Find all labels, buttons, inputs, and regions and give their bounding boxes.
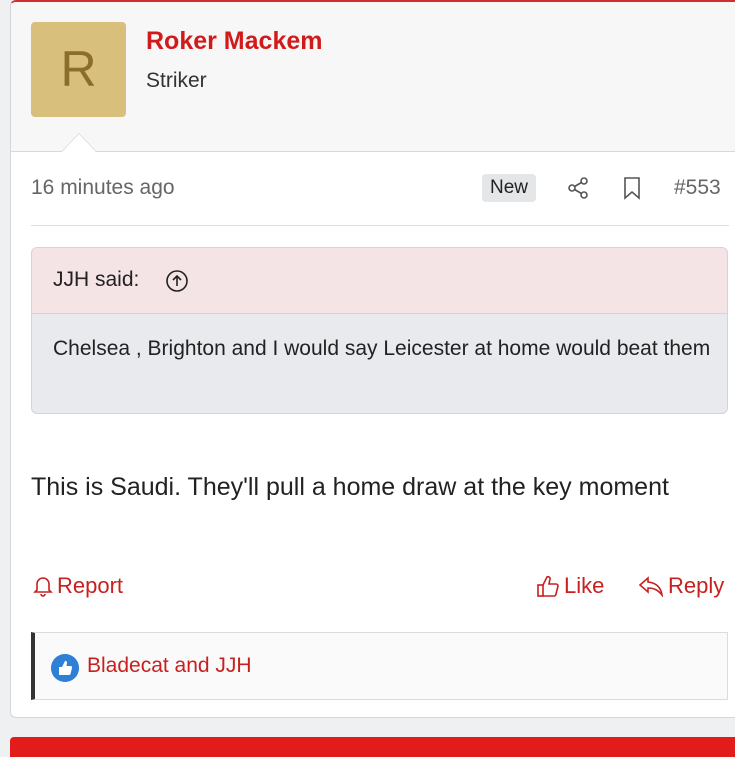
report-button[interactable]: Report (33, 573, 123, 599)
bell-icon (33, 577, 53, 597)
quote-author: JJH said: (53, 268, 140, 291)
post-card: R Roker Mackem Striker 16 minutes ago Ne… (10, 0, 735, 718)
like-label: Like (564, 573, 605, 598)
avatar[interactable]: R (31, 22, 126, 117)
reply-button[interactable]: Reply (638, 573, 724, 599)
header-pointer (61, 133, 97, 152)
user-header: R Roker Mackem Striker (11, 2, 735, 152)
post-number-link[interactable]: #553 (674, 176, 721, 200)
post-meta: 16 minutes ago New #553 (31, 167, 729, 211)
bookmark-icon[interactable] (621, 176, 643, 200)
arrow-up-circle-icon[interactable] (165, 269, 189, 293)
new-badge: New (482, 174, 537, 202)
reply-label: Reply (668, 573, 725, 598)
username-link[interactable]: Roker Mackem (146, 27, 322, 56)
reactions-bar[interactable]: Bladecat and JJH (31, 632, 728, 700)
thumbs-up-icon (537, 575, 559, 597)
like-reaction-icon (51, 654, 79, 682)
divider (31, 225, 729, 226)
post-timestamp[interactable]: 16 minutes ago (31, 176, 175, 200)
reaction-users-link[interactable]: Bladecat and JJH (87, 654, 252, 678)
post-body: This is Saudi. They'll pull a home draw … (31, 473, 669, 501)
user-title: Striker (146, 69, 207, 92)
like-button[interactable]: Like (536, 573, 604, 599)
post-actions: Report Like Reply (31, 570, 735, 606)
quote-header: JJH said: (32, 248, 727, 314)
next-post-header (10, 737, 735, 757)
share-icon[interactable] (566, 176, 590, 200)
report-label: Report (57, 573, 124, 598)
quote-text: Chelsea , Brighton and I would say Leice… (53, 337, 711, 360)
reply-icon (638, 576, 664, 597)
quote-block: JJH said: Chelsea , Brighton and I would… (31, 247, 728, 414)
